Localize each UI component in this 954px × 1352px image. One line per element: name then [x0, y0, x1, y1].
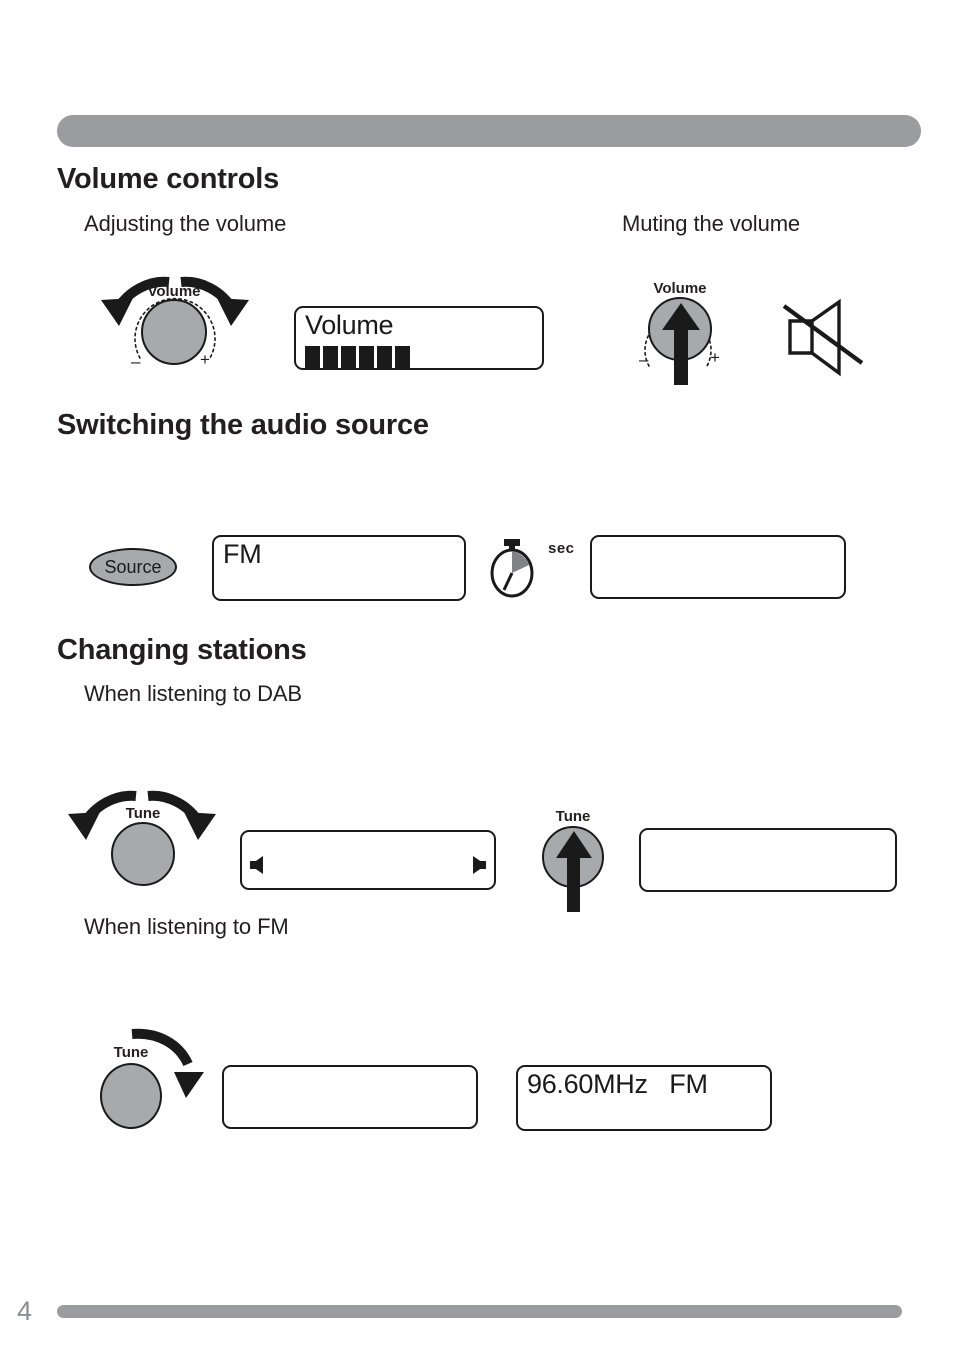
tune-knob-dab[interactable]: [111, 822, 175, 886]
volume-plus-label: +: [200, 350, 210, 369]
tune-knob-dab-label: Tune: [125, 805, 161, 822]
subheading-muting-the-volume: Muting the volume: [622, 211, 801, 236]
fm-result-display: 96.60MHz FM: [516, 1065, 772, 1131]
volume-level-bar: [377, 346, 392, 368]
page-footer-bar: [57, 1305, 902, 1318]
volume-level-bar: [359, 346, 374, 368]
mute-minus-label: –: [639, 350, 649, 369]
press-up-arrow-icon: [655, 300, 707, 385]
volume-display-text: Volume: [305, 310, 394, 340]
mute-knob-label: Volume: [653, 280, 707, 297]
page-number: 4: [17, 1296, 33, 1326]
volume-knob[interactable]: [141, 299, 207, 365]
source-display: FM: [212, 535, 466, 601]
volume-knob-label: Volume: [147, 283, 201, 300]
page-header-bar: [57, 115, 921, 147]
tune-knob-fm-label: Tune: [113, 1044, 149, 1061]
volume-level-bar: [305, 346, 320, 368]
volume-level-bar: [323, 346, 338, 368]
dab-result-display: [639, 828, 897, 892]
subheading-adjusting-the-volume: Adjusting the volume: [84, 211, 287, 236]
volume-minus-label: –: [131, 352, 141, 371]
source-result-display: [590, 535, 846, 599]
press-up-arrow-icon: [549, 828, 599, 912]
speaker-muted-icon: [782, 297, 870, 379]
next-station-arrow-icon: [473, 856, 486, 874]
source-button[interactable]: Source: [89, 548, 177, 586]
heading-volume-controls: Volume controls: [57, 163, 280, 195]
volume-level-bar: [395, 346, 410, 368]
volume-level-bars: [305, 346, 410, 368]
source-display-text: FM: [223, 539, 262, 569]
tune-knob-fm[interactable]: [100, 1063, 162, 1129]
fm-display: [222, 1065, 478, 1129]
manual-page: Volume controls Adjusting the volume Mut…: [0, 0, 954, 1352]
volume-level-bar: [341, 346, 356, 368]
source-button-label: Source: [104, 556, 162, 577]
mute-plus-label: +: [710, 348, 720, 367]
previous-station-arrow-icon: [250, 856, 263, 874]
tune-press-knob-dab-label: Tune: [555, 808, 591, 825]
fm-result-display-text: 96.60MHz FM: [527, 1069, 708, 1099]
volume-display: Volume: [294, 306, 544, 370]
dab-display: [240, 830, 496, 890]
subheading-when-listening-to-fm: When listening to FM: [84, 914, 289, 939]
heading-changing-stations: Changing stations: [57, 634, 307, 666]
stopwatch-icon: [489, 537, 535, 599]
subheading-when-listening-to-dab: When listening to DAB: [84, 681, 303, 706]
seconds-label: sec: [548, 540, 575, 557]
heading-switching-the-audio-source: Switching the audio source: [57, 409, 429, 441]
